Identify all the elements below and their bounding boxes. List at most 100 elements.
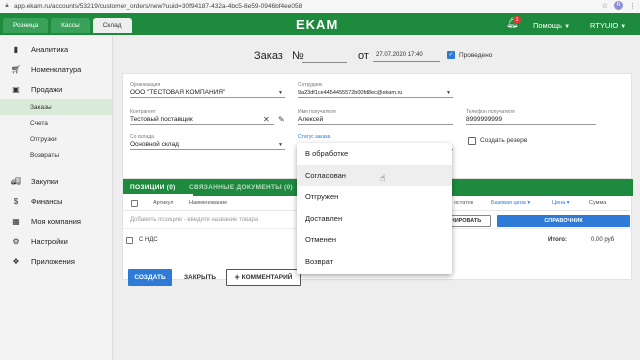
receiver-phone-value: 8999999999	[466, 115, 596, 125]
gear-icon: ⚙	[12, 236, 20, 246]
contractor-value: Тестовый поставщик	[130, 115, 274, 125]
briefcase-icon: ▣	[12, 84, 20, 94]
status-option-return[interactable]: Возврат	[297, 251, 452, 273]
status-option-shipped[interactable]: Отгружен	[297, 186, 452, 208]
sidebar-subitem-returns[interactable]: Возвраты	[0, 147, 112, 163]
star-icon[interactable]: ☆	[602, 2, 608, 10]
sidebar-item-nomenclature[interactable]: 🛒︎ Номенклатура	[0, 59, 112, 79]
contractor-field[interactable]: Контрагент Тестовый поставщик	[130, 109, 274, 125]
ekam-logo[interactable]: EKAM	[296, 17, 338, 32]
browser-url-bar: 🔒︎ app.ekam.ru/accounts/53219/customer_o…	[0, 0, 640, 13]
help-label: Помощь	[533, 21, 562, 30]
sidebar-item-settings[interactable]: ⚙ Настройки	[0, 231, 112, 251]
sidebar-subitem-invoices[interactable]: Счета	[0, 115, 112, 131]
sidebar-item-purchases[interactable]: 🚚︎ Закупки	[0, 171, 112, 191]
sidebar-item-finance[interactable]: $ Финансы	[0, 191, 112, 211]
sidebar: ▮ Аналитика 🛒︎ Номенклатура ▣ Продажи За…	[0, 35, 113, 360]
help-menu[interactable]: Помощь ▼	[533, 21, 570, 30]
select-all-checkbox[interactable]	[131, 200, 138, 207]
page-title: Заказ №	[254, 50, 304, 62]
notification-badge: 1	[513, 16, 521, 24]
sidebar-item-label: Моя компания	[31, 216, 81, 226]
sidebar-item-label: Настройки	[31, 236, 68, 246]
tab-retail[interactable]: Розница	[3, 18, 49, 33]
bar-chart-icon: ▮	[13, 44, 19, 54]
clear-icon[interactable]: ✕	[263, 115, 270, 124]
add-comment-button[interactable]: + КОММЕНТАРИЙ	[226, 269, 301, 286]
order-status-dropdown: В обработке Согласован Отгружен Доставле…	[297, 143, 452, 274]
chevron-down-icon: ▼	[564, 24, 571, 30]
sidebar-item-sales[interactable]: ▣ Продажи	[0, 79, 112, 99]
column-sum: Сумма	[589, 200, 607, 206]
reference-button[interactable]: СПРАВОЧНИК	[497, 215, 630, 227]
sidebar-item-analytics[interactable]: ▮ Аналитика	[0, 39, 112, 59]
organization-select[interactable]: Организация ООО "ТЕСТОВАЯ КОМПАНИЯ" ▼	[130, 82, 285, 98]
receiver-phone-field[interactable]: Телефон получателя 8999999999	[466, 109, 596, 125]
tab-cashboxes[interactable]: Кассы	[51, 18, 90, 33]
warehouse-value: Основной склад ▼	[130, 141, 285, 150]
warehouse-select[interactable]: Со склада Основной склад ▼	[130, 134, 285, 150]
hand-cursor-icon: ☝	[380, 173, 386, 183]
browser-controls: ☆ R ⋮	[602, 1, 636, 10]
create-reserve-label: Создать резерв	[480, 137, 528, 144]
column-article: Артикул	[153, 200, 174, 206]
chevron-down-icon: ▼	[620, 24, 627, 30]
profile-avatar[interactable]: R	[614, 1, 623, 10]
column-name: Наименование	[189, 200, 228, 206]
tab-warehouse[interactable]: Склад	[92, 18, 132, 33]
column-base-price[interactable]: Базовая цена ▾	[491, 200, 530, 206]
tab-positions[interactable]: ПОЗИЦИИ (0)	[130, 184, 176, 191]
status-option-processing[interactable]: В обработке	[297, 143, 452, 165]
employee-value: 9a23df1ce4454455572b00fd8ec@ekam.ru ▼	[298, 90, 453, 98]
chevron-down-icon: ▼	[278, 142, 283, 148]
lock-icon: 🔒︎	[5, 3, 9, 9]
truck-icon: 🚚︎	[10, 176, 22, 186]
cart-icon: 🛒︎	[10, 64, 22, 74]
account-menu[interactable]: RTYUIO ▼	[590, 21, 626, 30]
module-tabs: Розница Кассы Склад	[3, 18, 132, 33]
status-option-cancelled[interactable]: Отменен	[297, 229, 452, 251]
status-option-delivered[interactable]: Доставлен	[297, 208, 452, 230]
total-value: 0,00 руб	[591, 237, 615, 243]
sidebar-item-label: Финансы	[31, 196, 63, 206]
sidebar-item-company[interactable]: ▦ Моя компания	[0, 211, 112, 231]
chevron-down-icon: ▼	[446, 90, 451, 96]
posted-label: Проведено	[459, 52, 493, 59]
dollar-icon: $	[13, 196, 19, 206]
sidebar-item-label: Закупки	[31, 176, 59, 186]
order-date-field[interactable]: 27.07.2020 17:40	[373, 49, 440, 62]
edit-icon[interactable]: ✎	[278, 115, 285, 124]
posted-checkbox[interactable]: ✓	[447, 51, 455, 59]
address-bar[interactable]: app.ekam.ru/accounts/53219/customer_orde…	[14, 3, 302, 10]
column-balance: остаток	[454, 200, 474, 206]
sidebar-item-label: Продажи	[31, 84, 63, 94]
sidebar-subitem-shipments[interactable]: Отгрузки	[0, 131, 112, 147]
create-reserve-checkbox[interactable]	[468, 137, 476, 145]
vat-checkbox[interactable]	[126, 237, 133, 244]
tab-related-documents[interactable]: СВЯЗАННЫЕ ДОКУМЕНТЫ (0)	[189, 184, 293, 191]
company-icon: ▦	[12, 216, 20, 226]
apps-icon: ❖	[12, 256, 20, 266]
sidebar-item-label: Аналитика	[31, 44, 69, 54]
column-price[interactable]: Цена ▾	[552, 200, 570, 206]
from-label: от	[358, 50, 369, 62]
receiver-name-field[interactable]: Имя получателя Алексей	[298, 109, 453, 125]
add-position-input[interactable]: Добавить позицию - введите название това…	[130, 217, 258, 223]
chevron-down-icon: ▼	[278, 90, 283, 96]
total-label: Итого:	[548, 237, 567, 243]
account-label: RTYUIO	[590, 21, 619, 30]
employee-select[interactable]: Сотрудник 9a23df1ce4454455572b00fd8ec@ek…	[298, 82, 453, 98]
top-header: Розница Кассы Склад EKAM 🔔︎ 1 Помощь ▼ R…	[0, 13, 640, 35]
more-icon[interactable]: ⋮	[629, 2, 636, 10]
sidebar-subitem-orders[interactable]: Заказы	[0, 99, 112, 115]
sidebar-item-apps[interactable]: ❖ Приложения	[0, 251, 112, 271]
plus-icon: +	[234, 272, 240, 282]
sidebar-item-label: Номенклатура	[31, 64, 82, 74]
vat-label: С НДС	[139, 237, 158, 243]
create-button[interactable]: СОЗДАТЬ	[128, 269, 172, 286]
organization-value: ООО "ТЕСТОВАЯ КОМПАНИЯ" ▼	[130, 89, 285, 98]
order-title-row: Заказ № от 27.07.2020 17:40 ✓ Проведено	[114, 47, 640, 67]
order-number-field[interactable]	[302, 49, 347, 63]
close-button[interactable]: ЗАКРЫТЬ	[178, 269, 222, 286]
status-option-agreed[interactable]: Согласован	[297, 164, 452, 186]
